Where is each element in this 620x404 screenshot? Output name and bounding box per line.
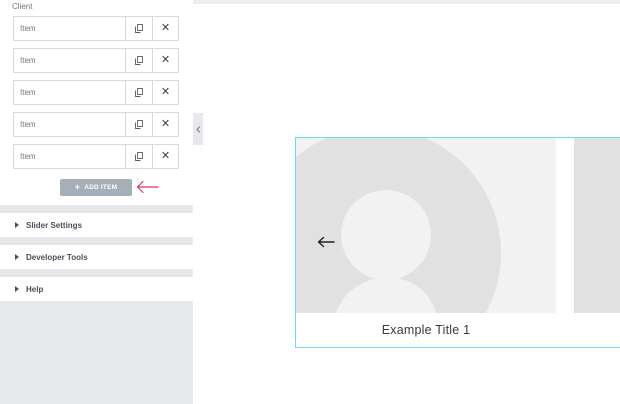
- copy-icon: [135, 88, 143, 97]
- repeater-item[interactable]: Item ✕: [13, 48, 179, 73]
- repeater-item[interactable]: Item ✕: [13, 16, 179, 41]
- copy-icon: [135, 120, 143, 129]
- item-title[interactable]: Item: [14, 145, 126, 168]
- editor-panel: Client Item ✕ Item ✕ Item ✕ Item ✕ Item …: [0, 0, 193, 404]
- image-placeholder: [296, 138, 620, 313]
- remove-button[interactable]: ✕: [152, 81, 178, 104]
- caret-right-icon: [15, 286, 19, 292]
- remove-button[interactable]: ✕: [152, 49, 178, 72]
- preview-top-bar: [193, 0, 620, 4]
- duplicate-button[interactable]: [126, 17, 152, 40]
- repeater-item[interactable]: Item ✕: [13, 144, 179, 169]
- panel-collapse-toggle[interactable]: [193, 113, 203, 145]
- pointer-arrow-icon: [136, 180, 159, 194]
- accordion-slider-settings[interactable]: Slider Settings: [0, 213, 193, 237]
- add-item-label: ADD ITEM: [84, 184, 118, 191]
- caret-right-icon: [15, 222, 19, 228]
- remove-button[interactable]: ✕: [152, 17, 178, 40]
- item-title[interactable]: Item: [14, 49, 126, 72]
- caret-right-icon: [15, 254, 19, 260]
- client-repeater: Client Item ✕ Item ✕ Item ✕ Item ✕ Item …: [0, 0, 193, 205]
- add-item-button[interactable]: + ADD ITEM: [60, 179, 132, 196]
- duplicate-button[interactable]: [126, 113, 152, 136]
- slide-title: Example Title 1: [381, 323, 471, 337]
- close-icon: ✕: [160, 118, 171, 130]
- arrow-left-icon: [317, 236, 335, 248]
- copy-icon: [135, 24, 143, 33]
- repeater-item[interactable]: Item ✕: [13, 112, 179, 137]
- slider-prev-arrow[interactable]: [315, 234, 337, 250]
- duplicate-button[interactable]: [126, 81, 152, 104]
- accordion-label: Developer Tools: [26, 252, 88, 262]
- remove-button[interactable]: ✕: [152, 145, 178, 168]
- accordion-label: Slider Settings: [26, 220, 83, 230]
- item-title[interactable]: Item: [14, 17, 126, 40]
- repeater-item[interactable]: Item ✕: [13, 80, 179, 105]
- testimonial-slider[interactable]: Example Title 1: [295, 137, 620, 348]
- close-icon: ✕: [160, 150, 171, 162]
- close-icon: ✕: [160, 22, 171, 34]
- copy-icon: [135, 152, 143, 161]
- item-title[interactable]: Item: [14, 81, 126, 104]
- duplicate-button[interactable]: [126, 49, 152, 72]
- duplicate-button[interactable]: [126, 145, 152, 168]
- remove-button[interactable]: ✕: [152, 113, 178, 136]
- chevron-left-icon: [195, 125, 200, 133]
- item-title[interactable]: Item: [14, 113, 126, 136]
- plus-icon: +: [74, 182, 81, 192]
- close-icon: ✕: [160, 86, 171, 98]
- accordion-label: Help: [26, 284, 44, 294]
- close-icon: ✕: [160, 54, 171, 66]
- copy-icon: [135, 56, 143, 65]
- section-label: Client: [12, 2, 33, 11]
- accordion-developer-tools[interactable]: Developer Tools: [0, 245, 193, 269]
- accordion-help[interactable]: Help: [0, 277, 193, 301]
